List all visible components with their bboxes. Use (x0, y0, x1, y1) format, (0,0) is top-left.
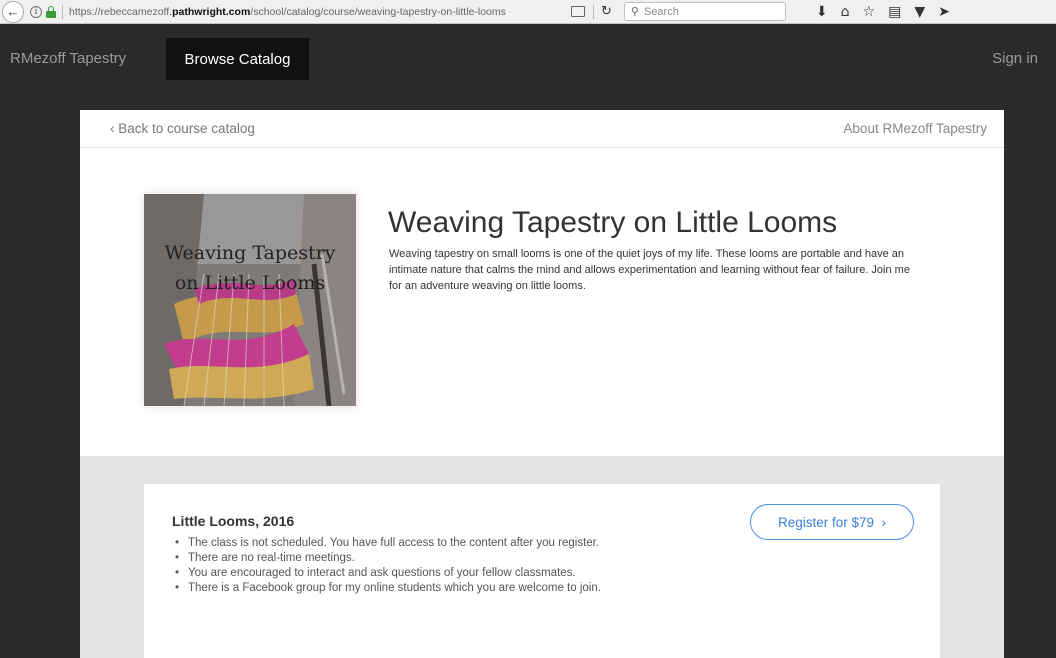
browser-tool-icons: ⬇ ⌂ ☆ ▤ ▼ ➤ (816, 4, 950, 20)
browse-catalog-tab[interactable]: Browse Catalog (166, 38, 309, 80)
site-header: RMezoff Tapestry Browse Catalog Sign in (0, 38, 1056, 80)
register-button[interactable]: Register for $79 › (750, 504, 914, 540)
pocket-icon[interactable]: ▼ (914, 4, 925, 20)
url-domain: pathwright.com (172, 5, 251, 18)
offering-title: Little Looms, 2016 (172, 513, 295, 529)
list-item: The class is not scheduled. You have ful… (172, 536, 632, 551)
image-caption-line-2: on Little Looms (174, 272, 326, 294)
back-arrow-icon[interactable]: ← (2, 0, 24, 23)
toolbar-separator (593, 4, 594, 19)
reload-icon[interactable]: ↻ (601, 4, 612, 19)
library-icon[interactable]: ▤ (888, 4, 901, 20)
tapestry-artwork (144, 194, 356, 406)
course-cover-image: Weaving Tapestry on Little Looms (144, 194, 356, 406)
search-icon: ⚲ (630, 6, 639, 18)
chevron-right-icon: › (881, 514, 887, 530)
url-divider (62, 4, 63, 19)
bookmark-star-icon[interactable]: ☆ (863, 4, 876, 20)
search-input[interactable]: ⚲ Search (623, 2, 786, 21)
info-icon[interactable]: i (30, 5, 42, 18)
reader-view-icon[interactable] (571, 6, 585, 17)
offerings-section: Little Looms, 2016 The class is not sche… (80, 456, 1004, 658)
send-icon[interactable]: ➤ (938, 4, 950, 20)
lock-icon[interactable] (46, 5, 56, 18)
offering-details-list: The class is not scheduled. You have ful… (172, 536, 632, 596)
course-image-caption: Weaving Tapestry on Little Looms (144, 238, 356, 298)
image-caption-line-1: Weaving Tapestry (164, 242, 336, 264)
url-prefix: https://rebeccamezoff. (69, 5, 173, 18)
course-title: Weaving Tapestry on Little Looms (388, 206, 838, 239)
offering-panel: Little Looms, 2016 The class is not sche… (144, 484, 940, 658)
download-icon[interactable]: ⬇ (816, 4, 828, 20)
url-path: /school/catalog/course/weaving-tapestry-… (250, 5, 506, 18)
about-school-link[interactable]: About RMezoff Tapestry (843, 121, 987, 136)
list-item: There is a Facebook group for my online … (172, 581, 632, 596)
search-placeholder: Search (643, 5, 679, 18)
list-item: There are no real-time meetings. (172, 551, 632, 566)
home-icon[interactable]: ⌂ (841, 4, 850, 20)
register-button-label: Register for $79 (777, 514, 875, 530)
list-item: You are encouraged to interact and ask q… (172, 566, 632, 581)
card-top-bar: ‹ Back to course catalog About RMezoff T… (80, 110, 1004, 148)
url-bar[interactable]: https://rebeccamezoff.pathwright.com/sch… (69, 6, 561, 18)
course-card: ‹ Back to course catalog About RMezoff T… (80, 110, 1004, 658)
brand-link[interactable]: RMezoff Tapestry (10, 50, 126, 67)
sign-in-link[interactable]: Sign in (992, 50, 1038, 67)
browser-toolbar: ← i https://rebeccamezoff.pathwright.com… (0, 0, 1056, 24)
course-description: Weaving tapestry on small looms is one o… (389, 248, 910, 292)
back-to-catalog-link[interactable]: ‹ Back to course catalog (110, 121, 255, 136)
back-link-label: Back to course catalog (118, 121, 255, 136)
chevron-left-icon: ‹ (110, 121, 115, 136)
